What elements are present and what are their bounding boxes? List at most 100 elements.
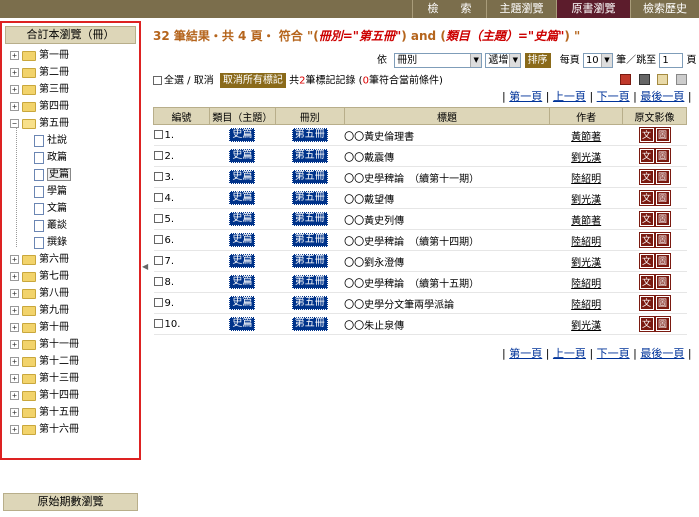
tree-topic-item[interactable]: 政篇 xyxy=(34,149,67,166)
row-checkbox[interactable] xyxy=(153,130,163,139)
view-image-button[interactable]: 圖 xyxy=(654,274,671,290)
view-text-button[interactable]: 文 xyxy=(638,295,655,311)
view-image-button[interactable]: 圖 xyxy=(654,127,671,143)
author-link[interactable]: 陸紹明 xyxy=(571,279,601,290)
view-text-button[interactable]: 文 xyxy=(638,232,655,248)
volume-link[interactable]: 第五冊 xyxy=(291,317,328,331)
sort-order-select[interactable]: 遞增 ▼ xyxy=(485,52,522,68)
tree-topic-item[interactable]: 學篇 xyxy=(34,183,67,200)
prev-page-link[interactable]: 上一頁 xyxy=(553,347,586,360)
category-link[interactable]: 史篇 xyxy=(229,296,256,310)
expand-icon[interactable]: + xyxy=(10,340,19,349)
volume-link[interactable]: 第五冊 xyxy=(291,191,328,205)
row-checkbox[interactable] xyxy=(153,151,163,160)
view-image-button[interactable]: 圖 xyxy=(654,190,671,206)
print-icon[interactable] xyxy=(638,73,650,85)
row-checkbox[interactable] xyxy=(153,172,163,181)
row-checkbox[interactable] xyxy=(153,214,163,223)
row-checkbox[interactable] xyxy=(153,319,163,328)
category-link[interactable]: 史篇 xyxy=(229,275,256,289)
tree-topic-item[interactable]: 社說 xyxy=(34,132,67,149)
view-text-button[interactable]: 文 xyxy=(638,253,655,269)
table-row[interactable]: 6. 史篇 第五冊 〇〇史學稗論 （續第十四期） 陸紹明 文圖 xyxy=(153,229,687,251)
row-title[interactable]: 〇〇史學稗論 （續第十五期） xyxy=(344,279,479,290)
original-issue-browse-tab[interactable]: 原始期數瀏覽 xyxy=(3,493,138,511)
tree-volume-item[interactable]: + 第十五冊 xyxy=(10,404,79,421)
author-link[interactable]: 黃節著 xyxy=(571,216,601,227)
tree-volume-item[interactable]: + 第十四冊 xyxy=(10,387,79,404)
collapse-icon[interactable]: − xyxy=(10,119,19,128)
volume-link[interactable]: 第五冊 xyxy=(291,296,328,310)
author-link[interactable]: 劉光漢 xyxy=(571,321,601,332)
tree-topic-item[interactable]: 史篇 xyxy=(34,166,71,183)
view-image-button[interactable]: 圖 xyxy=(654,295,671,311)
expand-icon[interactable]: + xyxy=(10,374,19,383)
tree-volume-item[interactable]: + 第九冊 xyxy=(10,302,69,319)
author-link[interactable]: 陸紹明 xyxy=(571,237,601,248)
tab-topic-browse[interactable]: 主題瀏覽 xyxy=(486,0,556,18)
view-text-button[interactable]: 文 xyxy=(638,148,655,164)
expand-icon[interactable]: + xyxy=(10,68,19,77)
table-row[interactable]: 7. 史篇 第五冊 〇〇劉永澄傳 劉光漢 文圖 xyxy=(153,250,687,272)
expand-icon[interactable]: + xyxy=(10,306,19,315)
save-icon[interactable] xyxy=(620,73,631,85)
collapse-sidebar-icon[interactable]: ◀ xyxy=(142,262,148,274)
tab-original-browse[interactable]: 原書瀏覽 xyxy=(556,0,630,18)
view-text-button[interactable]: 文 xyxy=(638,274,655,290)
category-link[interactable]: 史篇 xyxy=(229,254,256,268)
table-row[interactable]: 9. 史篇 第五冊 〇〇史學分文筆兩學派論 陸紹明 文圖 xyxy=(153,292,687,314)
expand-icon[interactable]: + xyxy=(10,289,19,298)
row-title[interactable]: 〇〇黃史列傳 xyxy=(344,216,404,227)
next-page-link[interactable]: 下一頁 xyxy=(597,90,630,103)
row-title[interactable]: 〇〇史學稗論 （續第十四期） xyxy=(344,237,479,248)
sort-field-select[interactable]: 冊別 ▼ xyxy=(394,52,483,68)
prev-page-link[interactable]: 上一頁 xyxy=(553,90,586,103)
tree-volume-item[interactable]: + 第二冊 xyxy=(10,64,69,81)
tree-topic-item[interactable]: 文篇 xyxy=(34,200,67,217)
author-link[interactable]: 陸紹明 xyxy=(571,174,601,185)
tree-volume-item[interactable]: + 第十冊 xyxy=(10,319,69,336)
tree-topic-item[interactable]: 撰錄 xyxy=(34,234,67,251)
volume-link[interactable]: 第五冊 xyxy=(291,233,328,247)
tree-volume-item[interactable]: − 第五冊 xyxy=(10,115,69,132)
table-row[interactable]: 10. 史篇 第五冊 〇〇朱止泉傳 劉光漢 文圖 xyxy=(153,313,687,335)
volume-link[interactable]: 第五冊 xyxy=(291,254,328,268)
category-link[interactable]: 史篇 xyxy=(229,149,256,163)
category-link[interactable]: 史篇 xyxy=(229,233,256,247)
table-row[interactable]: 1. 史篇 第五冊 〇〇黃史倫理書 黃節著 文圖 xyxy=(153,124,687,146)
view-text-button[interactable]: 文 xyxy=(638,127,655,143)
row-checkbox[interactable] xyxy=(153,298,163,307)
select-all-checkbox[interactable] xyxy=(153,76,162,85)
table-row[interactable]: 4. 史篇 第五冊 〇〇戴望傳 劉光漢 文圖 xyxy=(153,187,687,209)
expand-icon[interactable]: + xyxy=(10,323,19,332)
tree-volume-item[interactable]: + 第十一冊 xyxy=(10,336,79,353)
expand-icon[interactable]: + xyxy=(10,408,19,417)
author-link[interactable]: 劉光漢 xyxy=(571,153,601,164)
expand-icon[interactable]: + xyxy=(10,391,19,400)
row-title[interactable]: 〇〇黃史倫理書 xyxy=(344,132,414,143)
table-row[interactable]: 3. 史篇 第五冊 〇〇史學稗論 （續第十一期） 陸紹明 文圖 xyxy=(153,166,687,188)
row-checkbox[interactable] xyxy=(153,235,163,244)
tree-volume-item[interactable]: + 第十三冊 xyxy=(10,370,79,387)
tab-search[interactable]: 檢 索 xyxy=(412,0,486,18)
expand-icon[interactable]: + xyxy=(10,425,19,434)
volume-link[interactable]: 第五冊 xyxy=(291,149,328,163)
row-title[interactable]: 〇〇劉永澄傳 xyxy=(344,258,404,269)
email-icon[interactable] xyxy=(657,73,668,85)
row-checkbox[interactable] xyxy=(153,256,163,265)
author-link[interactable]: 劉光漢 xyxy=(571,195,601,206)
view-image-button[interactable]: 圖 xyxy=(654,211,671,227)
row-title[interactable]: 〇〇史學稗論 （續第十一期） xyxy=(344,174,479,185)
tree-volume-item[interactable]: + 第十六冊 xyxy=(10,421,79,438)
tree-volume-item[interactable]: + 第三冊 xyxy=(10,81,69,98)
row-title[interactable]: 〇〇朱止泉傳 xyxy=(344,321,404,332)
table-row[interactable]: 5. 史篇 第五冊 〇〇黃史列傳 黃節著 文圖 xyxy=(153,208,687,230)
category-link[interactable]: 史篇 xyxy=(229,128,256,142)
category-link[interactable]: 史篇 xyxy=(229,212,256,226)
view-text-button[interactable]: 文 xyxy=(638,169,655,185)
view-text-button[interactable]: 文 xyxy=(638,316,655,332)
expand-icon[interactable]: + xyxy=(10,102,19,111)
row-checkbox[interactable] xyxy=(153,193,163,202)
expand-icon[interactable]: + xyxy=(10,85,19,94)
view-image-button[interactable]: 圖 xyxy=(654,169,671,185)
